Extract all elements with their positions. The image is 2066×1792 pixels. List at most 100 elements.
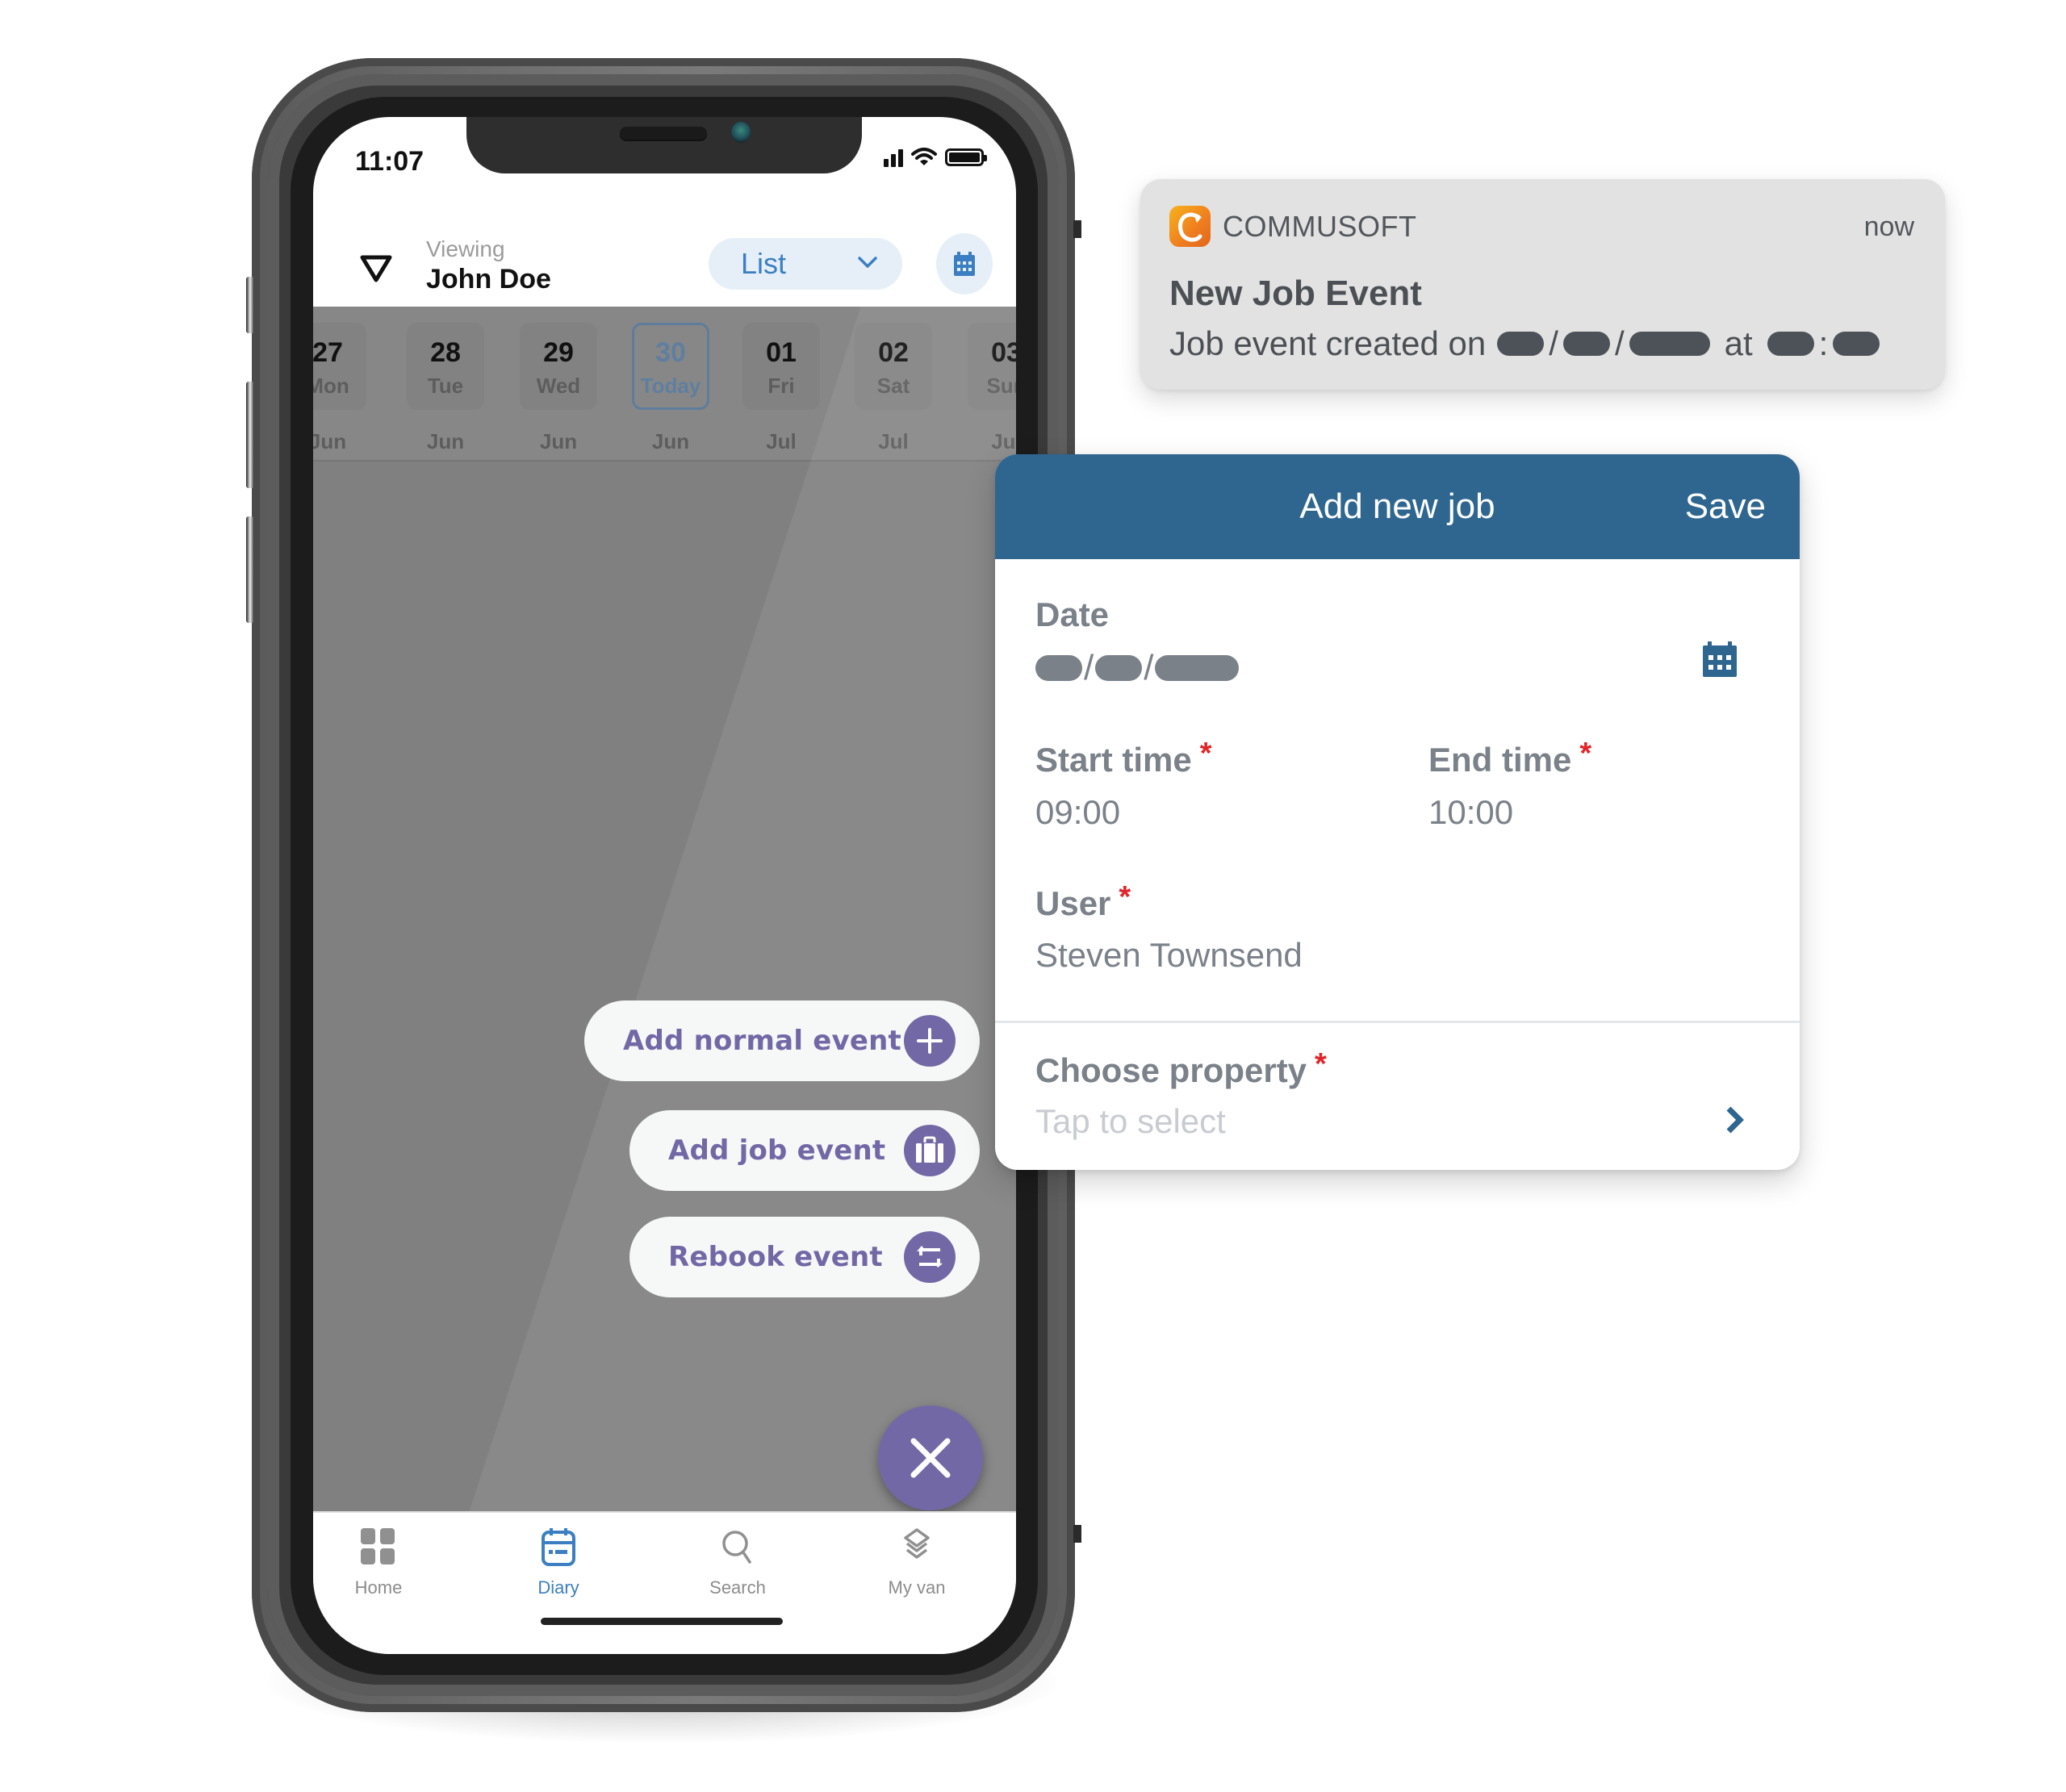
start-time-label-text: Start time xyxy=(1035,741,1192,779)
date-strip-day[interactable]: 03 Sun Jul xyxy=(968,323,1016,453)
tab-my-van[interactable]: My van xyxy=(856,1524,977,1598)
day-month: Jul xyxy=(766,429,797,453)
day-number: 02 xyxy=(878,337,909,368)
phone-screen: 11:07 Viewing John Doe List 27 Mon Jun 2… xyxy=(313,117,1016,1654)
commusoft-logo-icon xyxy=(1169,206,1211,247)
redacted-month xyxy=(1562,332,1610,356)
choose-property-label: Choose property * xyxy=(1035,1047,1327,1090)
date-strip-day[interactable]: 29 Wed Jun xyxy=(520,323,597,453)
day-number: 01 xyxy=(766,337,797,368)
tab-my-van-label: My van xyxy=(888,1577,946,1598)
calendar-view-button[interactable] xyxy=(936,233,993,294)
redacted-minute xyxy=(1833,332,1880,356)
add-job-event-label: Add job event xyxy=(668,1134,886,1167)
phone-mute-switch xyxy=(246,277,254,333)
date-strip-day[interactable]: 01 Fri Jul xyxy=(742,323,820,453)
notification-body-prefix: Job event created on xyxy=(1169,324,1487,362)
user-field[interactable]: Steven Townsend xyxy=(1035,936,1303,975)
day-weekday: Wed xyxy=(536,374,581,398)
status-time: 11:07 xyxy=(355,146,424,177)
phone-side-band xyxy=(1073,220,1081,238)
speaker xyxy=(620,127,707,140)
tab-home-label: Home xyxy=(354,1577,403,1598)
date-field[interactable]: / / xyxy=(1035,648,1240,688)
day-number: 03 xyxy=(991,337,1016,368)
home-indicator xyxy=(541,1618,783,1625)
day-number: 28 xyxy=(430,337,461,368)
briefcase-icon xyxy=(904,1125,956,1176)
day-number: 27 xyxy=(313,337,343,368)
required-asterisk: * xyxy=(1119,880,1131,914)
end-time-field[interactable]: 10:00 xyxy=(1428,793,1513,832)
viewing-user-name[interactable]: John Doe xyxy=(426,264,551,295)
battery-icon xyxy=(945,148,987,166)
day-weekday: Fri xyxy=(767,374,795,398)
redacted-day xyxy=(1035,655,1082,681)
tab-bar: Home Diary Search My van xyxy=(313,1511,1016,1654)
day-weekday: Sun xyxy=(986,374,1016,398)
day-number: 29 xyxy=(543,337,574,368)
viewing-label: Viewing xyxy=(426,236,505,261)
filter-icon[interactable] xyxy=(358,253,394,285)
date-strip-day-today[interactable]: 30 Today Jun xyxy=(632,323,709,453)
day-weekday: Sat xyxy=(876,374,910,398)
chevron-down-icon xyxy=(858,257,877,268)
day-month: Jul xyxy=(991,429,1016,453)
phone-side-band xyxy=(1073,1525,1081,1543)
date-separator: / xyxy=(1144,648,1154,687)
front-camera xyxy=(731,122,751,143)
add-normal-event-button[interactable]: Add normal event xyxy=(584,1000,980,1081)
search-icon xyxy=(722,1531,751,1564)
choose-property-label-text: Choose property xyxy=(1035,1051,1307,1089)
day-month: Jun xyxy=(539,429,578,453)
plus-icon xyxy=(904,1015,956,1067)
tab-home[interactable]: Home xyxy=(318,1524,439,1598)
notch xyxy=(466,117,862,173)
add-new-job-card: Add new job Save Date / / Start time * 09… xyxy=(995,454,1800,1170)
phone-volume-up-button xyxy=(246,382,254,488)
day-number: 30 xyxy=(655,337,686,368)
redacted-hour xyxy=(1767,332,1814,356)
grid-icon xyxy=(361,1528,395,1564)
notification-body-at: at xyxy=(1724,324,1753,362)
signal-icon xyxy=(884,148,903,167)
time-separator: : xyxy=(1818,324,1829,362)
redacted-year xyxy=(1155,655,1240,681)
notification-title: New Job Event xyxy=(1169,274,1422,313)
day-weekday: Tue xyxy=(427,374,464,398)
redacted-month xyxy=(1095,655,1143,681)
tab-diary-label: Diary xyxy=(537,1577,579,1598)
close-icon xyxy=(910,1438,951,1478)
required-asterisk: * xyxy=(1579,737,1592,771)
add-job-event-button[interactable]: Add job event xyxy=(629,1110,980,1191)
push-notification[interactable]: COMMUSOFT now New Job Event Job event cr… xyxy=(1140,179,1945,390)
date-separator: / xyxy=(1614,324,1625,362)
add-new-job-title: Add new job xyxy=(1299,487,1495,526)
date-strip-day[interactable]: 27 Mon Jun xyxy=(313,323,366,453)
day-month: Jul xyxy=(878,429,909,453)
view-mode-value: List xyxy=(741,247,787,280)
date-strip-day[interactable]: 02 Sat Jul xyxy=(855,323,932,453)
date-label: Date xyxy=(1035,595,1110,633)
end-time-label-text: End time xyxy=(1428,741,1572,779)
tab-search[interactable]: Search xyxy=(677,1524,798,1598)
redacted-day xyxy=(1497,332,1545,356)
day-weekday: Mon xyxy=(313,374,349,398)
tab-diary[interactable]: Diary xyxy=(498,1524,619,1598)
calendar-icon xyxy=(542,1528,575,1566)
required-asterisk: * xyxy=(1315,1047,1327,1081)
start-time-field[interactable]: 09:00 xyxy=(1035,793,1120,832)
day-month: Jun xyxy=(651,429,690,453)
rebook-event-button[interactable]: Rebook event xyxy=(629,1217,980,1297)
status-icons xyxy=(884,148,987,167)
tab-search-label: Search xyxy=(709,1577,766,1598)
redacted-year xyxy=(1629,332,1710,356)
view-mode-select[interactable]: List xyxy=(709,238,902,290)
calendar-icon xyxy=(954,252,975,276)
calendar-icon[interactable] xyxy=(1703,641,1737,677)
close-speed-dial-button[interactable] xyxy=(878,1406,983,1510)
save-button[interactable]: Save xyxy=(1685,487,1766,527)
date-strip-day[interactable]: 28 Tue Jun xyxy=(407,323,484,453)
choose-property-row[interactable]: Choose property * Tap to select xyxy=(995,1023,1800,1170)
notification-app-name: COMMUSOFT xyxy=(1223,210,1417,243)
